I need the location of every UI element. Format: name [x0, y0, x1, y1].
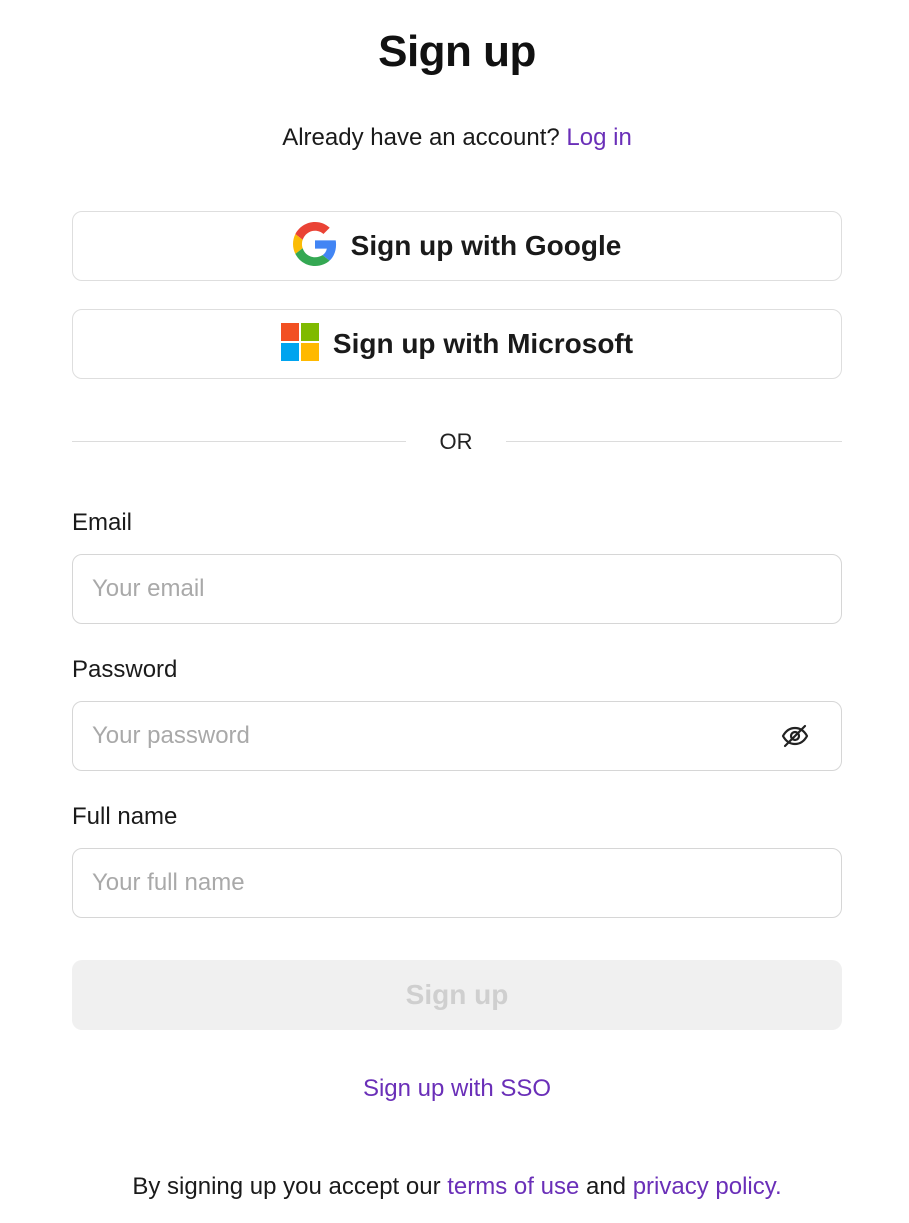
divider-line-left	[72, 441, 406, 442]
email-input[interactable]	[92, 555, 772, 623]
footer-prefix-text: By signing up you accept our	[132, 1173, 441, 1200]
google-signup-button[interactable]: Sign up with Google	[72, 211, 842, 281]
password-label: Password	[72, 656, 178, 683]
or-divider: OR	[72, 426, 842, 458]
login-link[interactable]: Log in	[566, 124, 631, 151]
microsoft-signup-label: Sign up with Microsoft	[332, 328, 634, 359]
divider-line-right	[506, 441, 842, 442]
footer-and-text: and	[585, 1173, 627, 1200]
terms-of-use-link[interactable]: terms of use	[447, 1173, 579, 1200]
google-signup-label: Sign up with Google	[350, 230, 622, 261]
email-field-container	[72, 554, 842, 624]
password-field-container	[72, 701, 842, 771]
eye-off-icon[interactable]	[781, 723, 809, 749]
microsoft-signup-button[interactable]: Sign up with Microsoft	[72, 309, 842, 379]
sso-container: Sign up with SSO	[72, 1073, 842, 1105]
signup-submit-button[interactable]: Sign up	[72, 960, 842, 1030]
full-name-input[interactable]	[92, 849, 772, 917]
full-name-label: Full name	[72, 803, 178, 830]
page-title: Sign up	[378, 27, 536, 76]
password-input[interactable]	[92, 702, 772, 770]
microsoft-icon	[280, 322, 319, 366]
privacy-policy-link[interactable]: privacy policy.	[633, 1173, 782, 1200]
login-prompt: Already have an account? Log in	[72, 122, 842, 154]
divider-or-text: OR	[439, 429, 473, 454]
google-icon	[292, 221, 337, 271]
already-have-account-text: Already have an account?	[282, 124, 560, 151]
full-name-field-container	[72, 848, 842, 918]
legal-footer: By signing up you accept our terms of us…	[32, 1171, 882, 1203]
email-label: Email	[72, 509, 133, 536]
sso-signup-link[interactable]: Sign up with SSO	[363, 1075, 551, 1102]
